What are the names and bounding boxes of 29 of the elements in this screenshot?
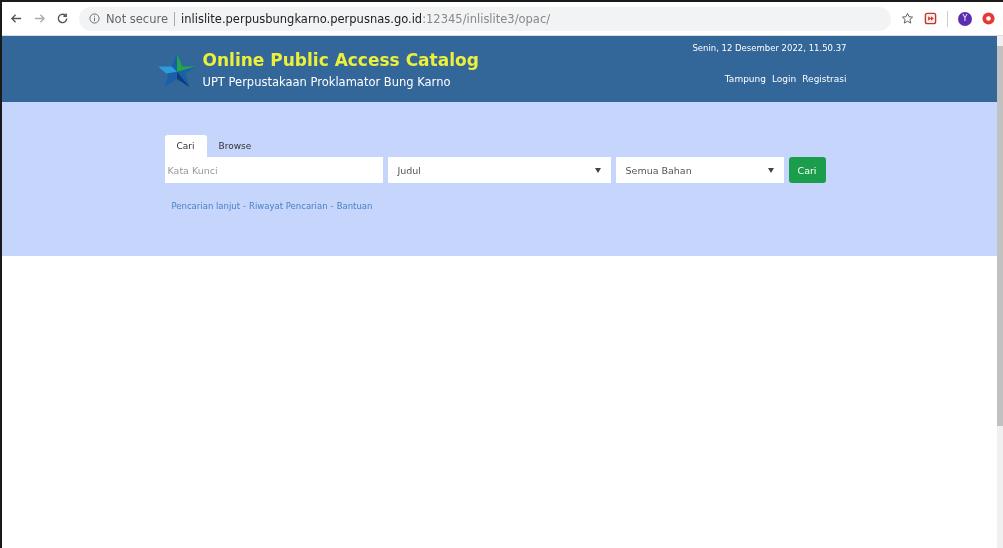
search-button[interactable]: Cari <box>788 157 826 183</box>
date-time: Senin, 12 Desember 2022, 11.50.37 <box>692 43 847 53</box>
keyword-field[interactable]: Kata Kunci <box>164 157 383 183</box>
link-separator: - <box>330 201 334 211</box>
back-icon[interactable] <box>10 12 23 25</box>
extension-icon[interactable] <box>982 12 995 25</box>
forward-icon[interactable] <box>33 12 46 25</box>
site-title: Online Public Access Catalog <box>202 50 479 70</box>
url-text: inlislite.perpusbungkarno.perpusnas.go.id:12345/inlislite3/opac/ <box>181 11 551 26</box>
security-label: Not secure <box>106 11 169 26</box>
caret-icon <box>767 167 774 173</box>
scrollbar-thumb[interactable] <box>997 46 1003 426</box>
caret-icon <box>594 167 601 173</box>
link-separator: - <box>243 201 247 211</box>
field-dropdown[interactable]: Judul <box>387 157 611 183</box>
info-icon[interactable] <box>89 13 100 24</box>
nav-link[interactable]: Registrasi <box>802 74 847 84</box>
nav-link[interactable]: Tampung <box>724 74 766 84</box>
extension-icon[interactable] <box>924 12 937 25</box>
scrollbar[interactable] <box>997 36 1003 548</box>
material-dropdown[interactable]: Semua Bahan <box>615 157 784 183</box>
reload-icon[interactable] <box>56 12 69 25</box>
star-icon[interactable] <box>901 12 914 25</box>
site-subtitle: UPT Perpustakaan Proklamator Bung Karno <box>202 75 452 89</box>
search-tab[interactable]: Browse <box>206 135 264 157</box>
profile-avatar[interactable]: Y <box>958 11 972 26</box>
search-tab[interactable]: Cari <box>164 135 207 157</box>
nav-link[interactable]: Login <box>772 74 797 84</box>
address-bar[interactable]: Not secure inlislite.perpusbungkarno.perpusnas.go.id:12345/inlislite3/opac/ <box>79 6 891 31</box>
